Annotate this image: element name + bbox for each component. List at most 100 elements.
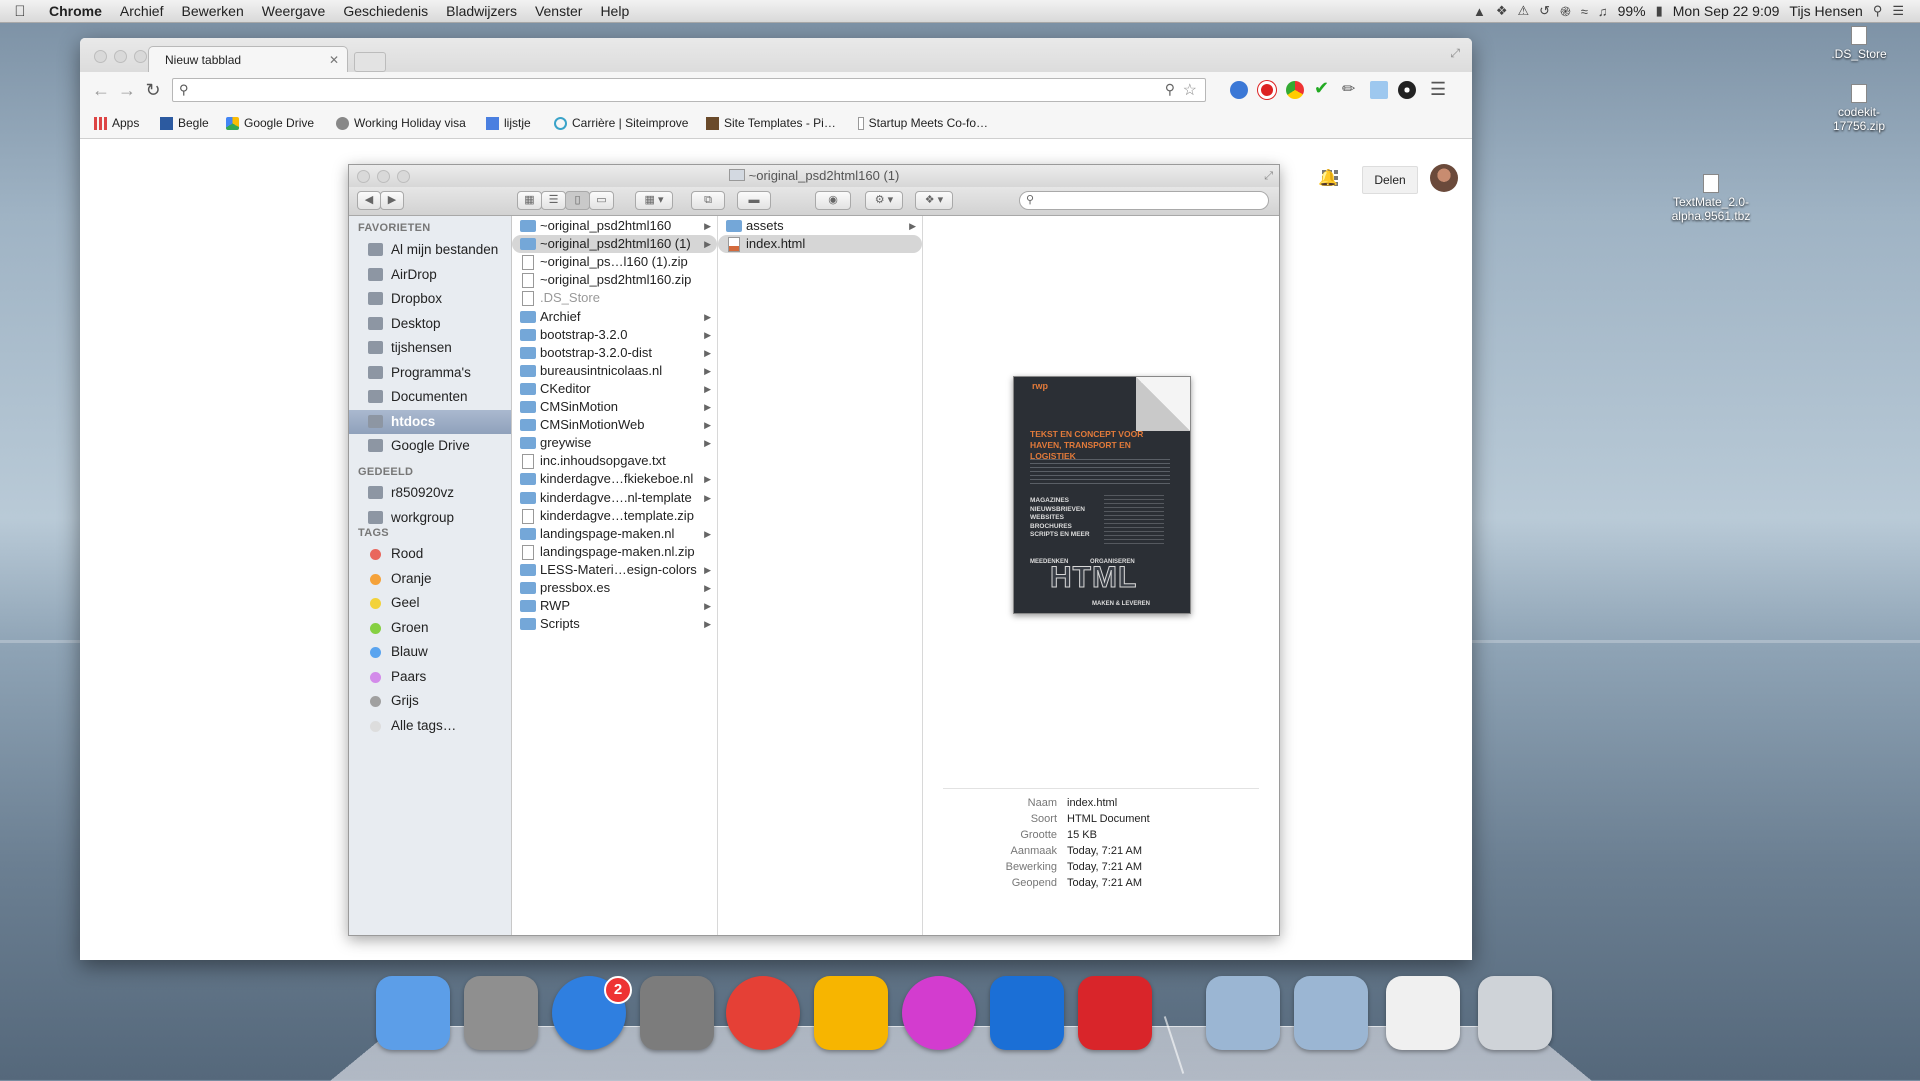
sidebar-tag-groen[interactable]: Groen [349, 616, 511, 640]
sidebar-item-tijshensen[interactable]: tijshensen [349, 336, 511, 360]
notification-center-icon[interactable]: ☰ [1892, 3, 1904, 19]
avatar[interactable] [1430, 164, 1458, 192]
coverflow-view-button[interactable]: ▭ [589, 191, 614, 210]
list-item[interactable]: bureausintnicolaas.nl ▶ [512, 362, 717, 380]
quick-look-button[interactable]: ◉ [815, 191, 851, 210]
dropbox-button[interactable]: ❖ ▾ [915, 191, 953, 210]
bookmark-lijstje[interactable]: lijstje [486, 116, 531, 130]
sidebar-tag-alle-tags[interactable]: Alle tags… [349, 714, 511, 738]
finder-fullscreen-icon[interactable]: ⤢ [1264, 165, 1273, 187]
list-item[interactable]: Archief ▶ [512, 308, 717, 326]
minimize-window-button[interactable] [114, 50, 127, 63]
sidebar-item-airdrop[interactable]: AirDrop [349, 263, 511, 287]
list-item[interactable]: LESS-Materi…esign-colors ▶ [512, 561, 717, 579]
sidebar-item-documenten[interactable]: Documenten [349, 385, 511, 409]
time-machine-icon[interactable]: ↺ [1539, 3, 1550, 19]
spotlight-icon[interactable]: ⚲ [1873, 3, 1883, 19]
bookmark-begle[interactable]: Begle [160, 116, 209, 130]
column-view-button[interactable]: ▯ [565, 191, 590, 210]
finder-back-button[interactable]: ◀ [357, 191, 381, 210]
documents-folder-icon[interactable] [1206, 976, 1280, 1050]
list-item[interactable]: pressbox.es ▶ [512, 579, 717, 597]
bookmark-star-icon[interactable]: ☆ [1183, 80, 1197, 100]
bookmark-google-drive[interactable]: Google Drive [226, 116, 314, 130]
recent-doc-icon[interactable] [1386, 976, 1460, 1050]
bookmark-apps[interactable]: Apps [94, 116, 139, 130]
sidebar-tag-oranje[interactable]: Oranje [349, 567, 511, 591]
wifi-icon[interactable]: ≈ [1581, 4, 1588, 19]
extension-adblock-icon[interactable] [1258, 81, 1276, 99]
list-item[interactable]: kinderdagve….nl-template ▶ [512, 489, 717, 507]
menu-archief[interactable]: Archief [111, 3, 173, 19]
finder-forward-button[interactable]: ▶ [380, 191, 404, 210]
omnibox-input[interactable]: ⚲ ⚲ ☆ [172, 78, 1206, 102]
sidebar-item-google-drive[interactable]: Google Drive [349, 434, 511, 458]
sidebar-item-al-mijn-bestanden[interactable]: Al mijn bestanden [349, 238, 511, 262]
reload-icon[interactable]: ↻ [140, 80, 166, 101]
bookmark-site-templates[interactable]: Site Templates - Pi… [706, 116, 842, 130]
finder-close-button[interactable] [357, 170, 370, 183]
back-icon[interactable]: ← [88, 80, 114, 101]
menu-app-name[interactable]: Chrome [40, 3, 111, 19]
tab-new-tab[interactable]: Nieuw tabblad ✕ [148, 46, 348, 72]
list-item[interactable]: kinderdagve…template.zip [512, 507, 717, 525]
menu-bewerken[interactable]: Bewerken [172, 3, 252, 19]
downloads-folder-icon[interactable] [1294, 976, 1368, 1050]
notifications-bell-icon[interactable]: 🔔 [1318, 168, 1338, 188]
user-menu[interactable]: Tijs Hensen [1789, 3, 1862, 19]
list-item[interactable]: CMSinMotionWeb ▶ [512, 416, 717, 434]
extension-cast-icon[interactable] [1370, 81, 1388, 99]
sidebar-item-desktop[interactable]: Desktop [349, 312, 511, 336]
close-window-button[interactable] [94, 50, 107, 63]
menu-venster[interactable]: Venster [526, 3, 591, 19]
battery-percentage[interactable]: 99% [1618, 3, 1646, 19]
battery-icon[interactable]: ▮ [1656, 3, 1663, 19]
extension-globe-icon[interactable] [1230, 81, 1248, 99]
sidebar-tag-rood[interactable]: Rood [349, 542, 511, 566]
bell-icon[interactable]: ⚠ [1518, 3, 1530, 19]
list-item[interactable]: bootstrap-3.2.0-dist ▶ [512, 344, 717, 362]
sidebar-tag-paars[interactable]: Paars [349, 665, 511, 689]
list-view-button[interactable]: ☰ [541, 191, 566, 210]
sidebar-item-dropbox[interactable]: Dropbox [349, 287, 511, 311]
fullscreen-icon[interactable]: ⤢ [1450, 46, 1460, 61]
list-item[interactable]: RWP ▶ [512, 597, 717, 615]
bookmark-startup-meets[interactable]: Startup Meets Co-fo… [858, 116, 988, 130]
sidebar-item-programma-s[interactable]: Programma's [349, 361, 511, 385]
drive-status-icon[interactable]: ▲ [1473, 4, 1486, 19]
launchpad-icon[interactable] [464, 976, 538, 1050]
finder-icon[interactable] [376, 976, 450, 1050]
arrange-button[interactable]: ▦ ▾ [635, 191, 673, 210]
list-item[interactable]: greywise ▶ [512, 434, 717, 452]
list-item[interactable]: inc.inhoudsopgave.txt [512, 452, 717, 470]
action-gear-button[interactable]: ⚙ ▾ [865, 191, 903, 210]
flower-app-icon[interactable] [902, 976, 976, 1050]
forward-icon[interactable]: → [114, 80, 140, 101]
finder-search-input[interactable]: ⚲ [1019, 191, 1269, 210]
share-button[interactable]: Delen [1362, 166, 1418, 194]
sidebar-item-r850920vz[interactable]: r850920vz [349, 481, 511, 505]
bookmark-working-holiday[interactable]: Working Holiday visa [336, 116, 466, 130]
new-tab-button[interactable] [354, 52, 386, 72]
close-tab-icon[interactable]: ✕ [329, 47, 339, 73]
desktop-item-ds-store[interactable]: .DS_Store [1814, 26, 1904, 61]
menu-weergave[interactable]: Weergave [253, 3, 335, 19]
sidebar-item-workgroup[interactable]: workgroup [349, 506, 511, 530]
extension-check-icon[interactable]: ✔ [1314, 78, 1332, 98]
chrome-icon[interactable] [726, 976, 800, 1050]
share-menu-button[interactable]: ⧉ [691, 191, 725, 210]
list-item[interactable]: ~original_psd2html160 (1) ▶ [512, 235, 717, 254]
finder-minimize-button[interactable] [377, 170, 390, 183]
chrome-menu-icon[interactable]: ☰ [1430, 79, 1446, 100]
zoom-icon[interactable]: ⚲ [1165, 81, 1175, 98]
bluetooth-icon[interactable]: ֎ [1560, 2, 1571, 20]
extension-colorzilla-icon[interactable] [1286, 81, 1304, 99]
list-item[interactable]: ~original_psd2html160.zip [512, 271, 717, 289]
teamviewer-icon[interactable] [990, 976, 1064, 1050]
tags-button[interactable]: ▬ [737, 191, 771, 210]
desktop-item-codekit[interactable]: codekit-17756.zip [1814, 84, 1904, 133]
list-item[interactable]: ~original_ps…l160 (1).zip [512, 253, 717, 271]
codekit-icon[interactable] [814, 976, 888, 1050]
menu-geschiedenis[interactable]: Geschiedenis [334, 3, 437, 19]
extension-eyedropper-icon[interactable]: ✏ [1342, 79, 1360, 98]
